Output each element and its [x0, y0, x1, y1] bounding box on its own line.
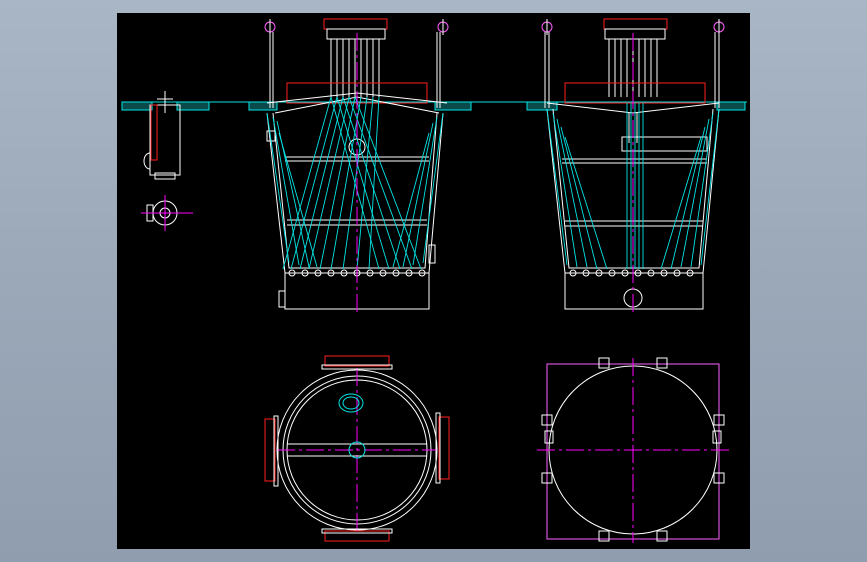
bottom-plan-view [537, 357, 729, 543]
side-elevation-view [541, 18, 725, 313]
front-elevation-view [264, 18, 449, 313]
top-plan-view [264, 355, 450, 542]
cad-drawing [121, 18, 747, 543]
cad-drawing-canvas [117, 13, 750, 549]
nozzle-detail-view [141, 91, 193, 231]
